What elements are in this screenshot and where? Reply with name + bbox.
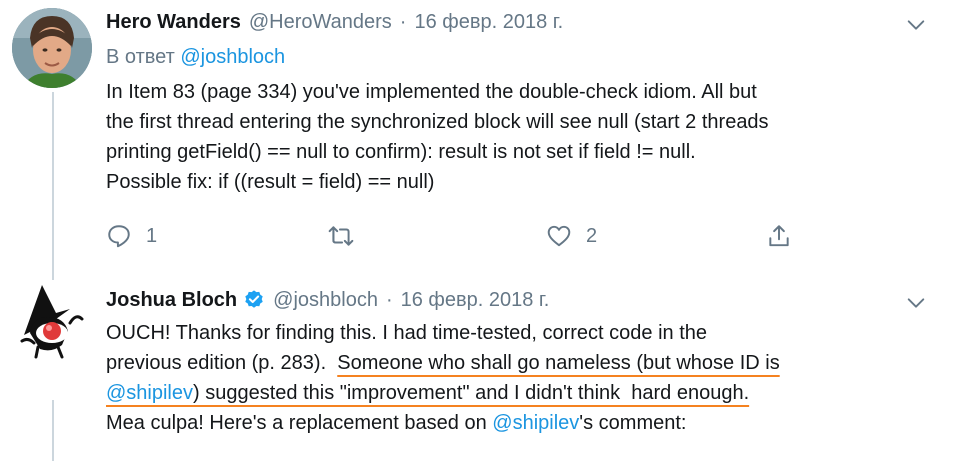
tweet-hero-wanders: Hero Wanders @HeroWanders · 16 февр. 201… [106,8,941,248]
tweet-text: In Item 83 (page 334) you've implemented… [106,77,941,197]
share-button[interactable] [766,223,792,249]
chevron-down-icon[interactable] [905,14,927,36]
share-icon [769,225,789,247]
reply-to-prefix: В ответ [106,46,175,68]
tweet-text-segment: previous edition (p. 283). [106,352,338,374]
underlined-text: Someone who shall go nameless (but whose… [337,352,780,374]
thread-line [52,400,54,461]
retweet-icon [328,226,354,246]
chevron-down-icon[interactable] [905,292,927,314]
tweet-text-line: printing getField() == null to confirm):… [106,141,696,163]
tweet-text-segment: Mea culpa! Here's a replacement based on [106,412,493,434]
author-handle[interactable]: @HeroWanders [249,8,392,36]
author-name[interactable]: Hero Wanders [106,8,241,36]
tweet-header: Hero Wanders @HeroWanders · 16 февр. 201… [106,8,941,36]
reply-button[interactable]: 1 [106,223,157,249]
separator-dot: · [385,289,393,311]
mention-link[interactable]: @shipilev [492,412,579,434]
tweet-date[interactable]: 16 февр. 2018 г. [401,286,550,314]
tweet-text-segment: 's comment: [579,412,687,434]
thread-line [52,92,54,280]
avatar-hero-wanders[interactable] [12,8,92,88]
like-button[interactable]: 2 [546,223,597,249]
tweet-text-line: Mea culpa! Here's a replacement based on… [106,408,941,438]
tweet-text-line: In Item 83 (page 334) you've implemented… [106,81,757,103]
retweet-button[interactable] [328,223,368,249]
reply-icon [108,225,130,248]
mention-link[interactable]: @shipilev [106,382,193,404]
separator-dot: · [399,11,407,33]
tweet-header: Joshua Bloch @joshbloch · 16 февр. 2018 … [106,286,941,314]
tweet-text-line: OUCH! Thanks for finding this. I had tim… [106,322,708,344]
tweet-actions: 1 2 [106,223,806,253]
like-count: 2 [586,224,598,247]
author-name[interactable]: Joshua Bloch [106,286,237,314]
tweet-text-line: @shipilev) suggested this "improvement" … [106,378,941,408]
tweet-text-line: Possible fix: if ((result = field) == nu… [106,171,435,193]
reply-count: 1 [146,224,158,247]
reply-to-handle[interactable]: @joshbloch [180,46,285,68]
reply-to-line: В ответ @joshbloch [106,43,941,71]
avatar-joshua-bloch[interactable] [12,283,92,363]
tweet-date[interactable]: 16 февр. 2018 г. [414,8,563,36]
tweet-joshua-bloch: Joshua Bloch @joshbloch · 16 февр. 2018 … [106,286,941,438]
tweet-text-line: previous edition (p. 283). Someone who s… [106,348,941,378]
heart-icon [547,225,571,247]
author-handle[interactable]: @joshbloch [273,286,378,314]
tweet-text-segment: ) suggested this "improvement" and I did… [193,382,750,404]
underlined-text: @shipilev) suggested this "improvement" … [106,382,749,404]
tweet-text-line: the first thread entering the synchroniz… [106,111,769,133]
verified-badge-icon [245,290,263,308]
tweet-text: OUCH! Thanks for finding this. I had tim… [106,318,941,438]
